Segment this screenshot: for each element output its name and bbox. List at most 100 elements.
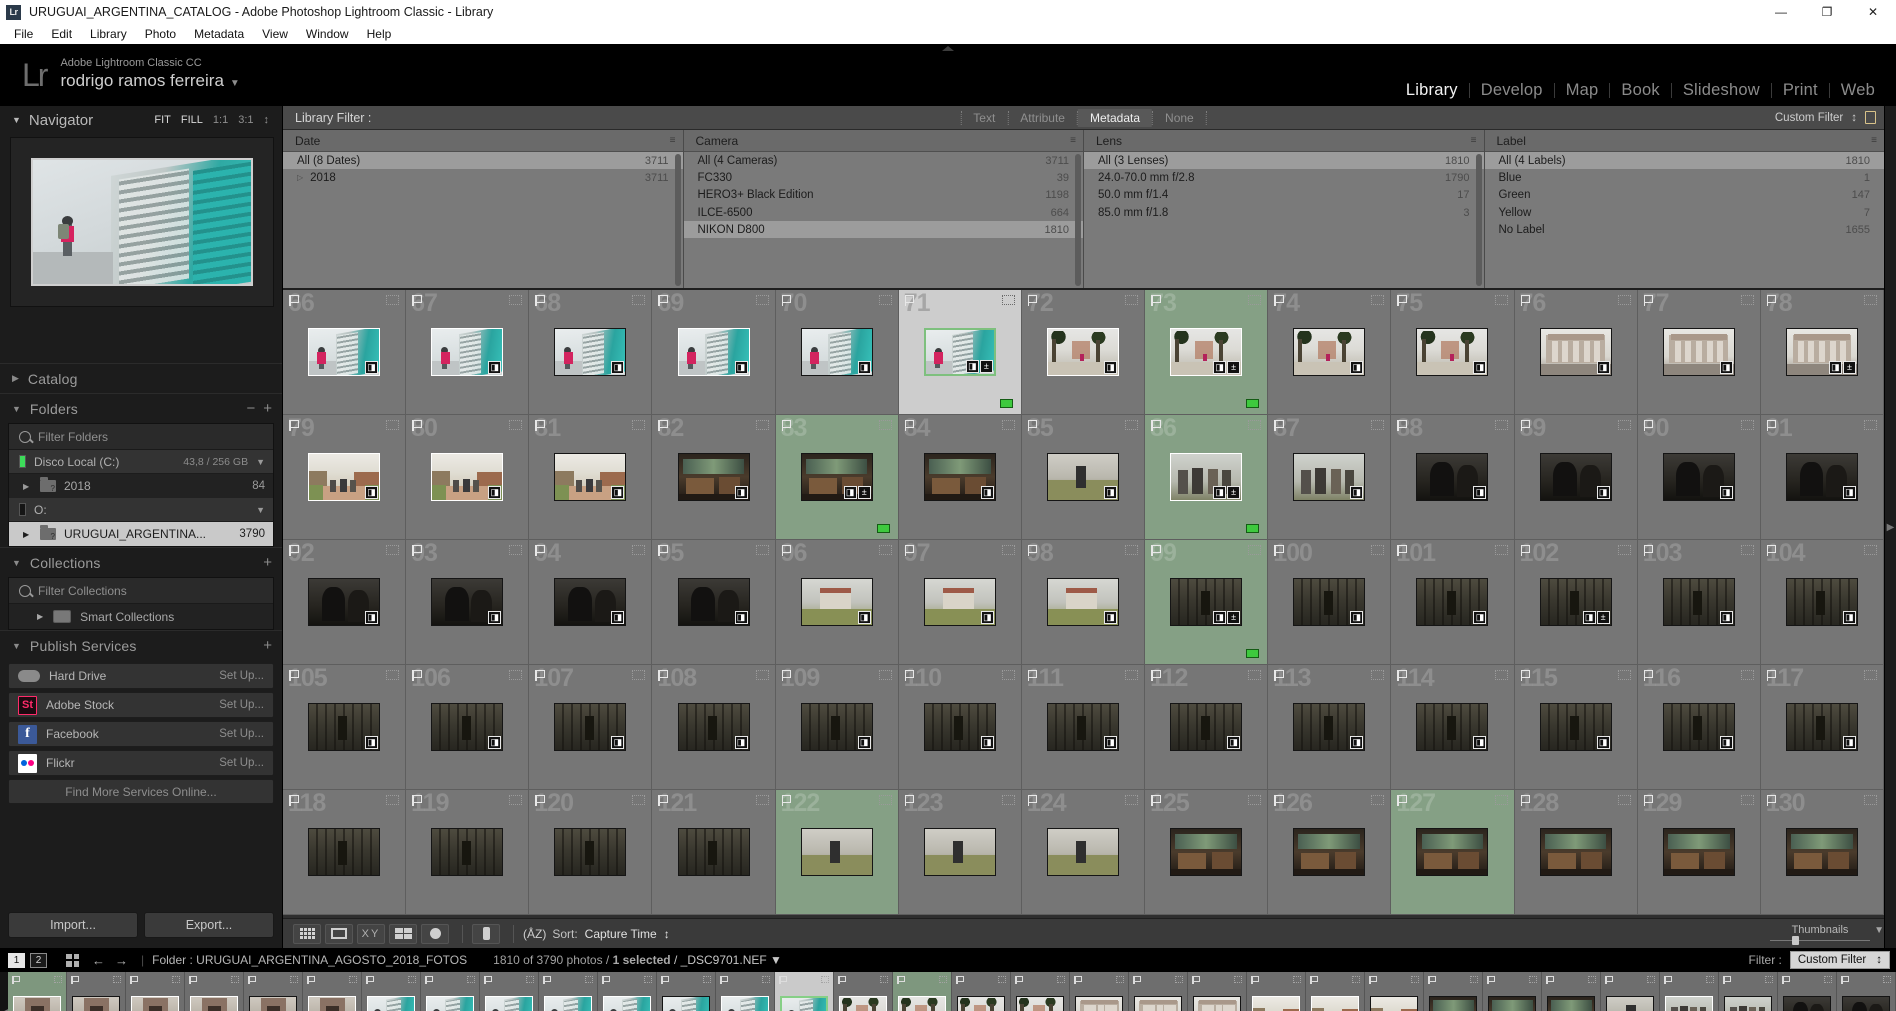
crop-badge-icon[interactable]: ◨ <box>1103 361 1117 374</box>
quick-collection-marker-icon[interactable] <box>1494 545 1508 555</box>
filmstrip-thumbnail[interactable]: ◨ <box>603 995 652 1011</box>
filmstrip-cell[interactable]: ◨ <box>1601 972 1661 1011</box>
metadata-row[interactable]: All (4 Cameras) 3711 <box>684 152 1084 169</box>
thumbnail-image[interactable]: ◨ <box>1416 578 1489 626</box>
adjustment-badge-icon[interactable]: ± <box>857 486 871 499</box>
flag-icon[interactable] <box>1643 670 1654 681</box>
flag-icon[interactable] <box>412 545 422 556</box>
navigator-zoom-1-1[interactable]: 1:1 <box>208 114 233 126</box>
crop-badge-icon[interactable]: ◨ <box>1828 361 1842 374</box>
grid-cell[interactable]: 85 ◨ <box>1021 414 1146 540</box>
column-options-icon[interactable]: ≡ <box>1871 135 1877 146</box>
filmstrip-cell[interactable]: ◨ <box>185 972 245 1011</box>
quick-collection-marker-icon[interactable] <box>1494 420 1508 430</box>
thumbnail-image[interactable]: ◨ ± <box>1170 578 1243 626</box>
metadata-scrollbar[interactable] <box>1075 154 1081 286</box>
thumbnail-image[interactable]: ◨ <box>308 453 381 501</box>
filmstrip-cell[interactable]: ◨ <box>1011 972 1071 1011</box>
quick-collection-marker-icon[interactable] <box>1617 670 1631 680</box>
flag-icon[interactable] <box>1782 976 1790 984</box>
folder-row-uruguai-argentina[interactable]: ▶ URUGUAI_ARGENTINA... 3790 <box>9 522 273 546</box>
right-panel-collapse-arrow[interactable]: ▶ <box>1884 106 1896 948</box>
color-label-chip[interactable] <box>876 524 890 533</box>
close-button[interactable]: ✕ <box>1850 0 1896 24</box>
grid-cell[interactable]: 67 ◨ <box>406 290 530 415</box>
quick-collection-marker-icon[interactable] <box>1864 670 1877 680</box>
thumbnail-image[interactable] <box>431 828 504 876</box>
people-view-icon[interactable] <box>421 923 449 944</box>
grid-cell[interactable]: 93 ◨ <box>406 539 530 665</box>
grid-cell[interactable]: 84 ◨ <box>898 414 1022 540</box>
minimize-button[interactable]: — <box>1758 0 1804 24</box>
quick-collection-marker-icon[interactable] <box>1234 976 1243 983</box>
grid-cell[interactable]: 103 ◨ <box>1637 539 1761 665</box>
flag-icon[interactable] <box>289 295 299 306</box>
quick-collection-marker-icon[interactable] <box>386 545 400 555</box>
quick-collection-marker-icon[interactable] <box>1371 420 1385 430</box>
flag-icon[interactable] <box>307 976 315 984</box>
flag-icon[interactable] <box>412 295 422 306</box>
page-button-1[interactable]: 1 <box>8 952 25 968</box>
filmstrip-cell[interactable]: ◨ <box>362 972 422 1011</box>
quick-collection-marker-icon[interactable] <box>1883 976 1892 983</box>
thumbnail-slider-knob[interactable] <box>1792 935 1799 945</box>
thumbnail-image[interactable]: ◨ <box>1416 453 1489 501</box>
grid-cell[interactable]: 121 <box>652 789 776 915</box>
grid-cell[interactable]: 114 ◨ <box>1391 664 1515 790</box>
flag-icon[interactable] <box>781 545 792 556</box>
thumbnail-image[interactable]: ◨ <box>677 453 750 501</box>
flag-icon[interactable] <box>412 420 422 431</box>
thumbnail-image[interactable] <box>1170 828 1243 876</box>
crop-badge-icon[interactable]: ◨ <box>611 486 625 499</box>
filmstrip-cell[interactable]: ◨± <box>775 972 835 1011</box>
filmstrip-thumbnail[interactable]: ◨± <box>780 995 829 1011</box>
quick-collection-marker-icon[interactable] <box>1248 795 1262 805</box>
grid-cell[interactable]: 118 <box>283 789 407 915</box>
filter-tab-attribute[interactable]: Attribute <box>1008 109 1077 127</box>
flag-icon[interactable] <box>1274 670 1284 681</box>
folder-disclosure-icon[interactable]: ▶ <box>23 530 31 539</box>
quick-collection-marker-icon[interactable] <box>1125 795 1139 805</box>
grid-cell[interactable]: 94 ◨ <box>529 539 653 665</box>
grid-cell[interactable]: 122 <box>775 789 899 915</box>
grid-cell[interactable]: 117 ◨ <box>1760 664 1884 790</box>
flag-icon[interactable] <box>658 545 668 556</box>
thumbnail-image[interactable]: ◨ <box>431 578 504 626</box>
grid-cell[interactable]: 97 ◨ <box>898 539 1022 665</box>
thumbnail-image[interactable]: ◨ <box>431 703 504 751</box>
flag-icon[interactable] <box>289 670 299 681</box>
filmstrip-thumbnail[interactable]: ◨ <box>131 995 180 1011</box>
filmstrip-thumbnail[interactable]: ◨ <box>1488 995 1537 1011</box>
crop-badge-icon[interactable]: ◨ <box>980 611 994 624</box>
quick-collection-marker-icon[interactable] <box>632 545 646 555</box>
metadata-scrollbar[interactable] <box>674 154 681 286</box>
navigator-zoom-3-1[interactable]: 3:1 <box>233 114 258 126</box>
metadata-row[interactable]: No Label 1655 <box>1485 221 1885 238</box>
filmstrip-thumbnail[interactable]: ◨ <box>1606 995 1655 1011</box>
quick-collection-marker-icon[interactable] <box>1248 545 1262 555</box>
crop-badge-icon[interactable]: ◨ <box>1103 736 1117 749</box>
custom-filter-label[interactable]: Custom Filter <box>1775 112 1843 124</box>
module-develop[interactable]: Develop <box>1470 81 1554 100</box>
quick-collection-marker-icon[interactable] <box>1371 795 1385 805</box>
filmstrip-cell[interactable]: ◨ <box>244 972 304 1011</box>
thumbnail-image[interactable] <box>308 828 381 876</box>
thumbnail-image[interactable]: ◨ <box>923 453 996 501</box>
thumbnail-image[interactable] <box>1662 828 1735 876</box>
quick-collection-marker-icon[interactable] <box>1470 976 1479 983</box>
quick-collection-marker-icon[interactable] <box>632 295 646 305</box>
flag-icon[interactable] <box>1015 976 1023 984</box>
crop-badge-icon[interactable]: ◨ <box>488 486 502 499</box>
crop-badge-icon[interactable]: ◨ <box>1473 611 1487 624</box>
flag-icon[interactable] <box>1766 420 1777 431</box>
quick-collection-marker-icon[interactable] <box>1864 295 1877 305</box>
sort-value[interactable]: Capture Time <box>585 927 657 941</box>
filmstrip-thumbnail[interactable]: ◨ <box>957 995 1006 1011</box>
thumbnail-image[interactable] <box>923 828 996 876</box>
flag-icon[interactable] <box>904 670 915 681</box>
flag-icon[interactable] <box>1841 976 1849 984</box>
quick-collection-marker-icon[interactable] <box>755 420 769 430</box>
grid-cell[interactable]: 104 ◨ <box>1760 539 1884 665</box>
quick-collection-marker-icon[interactable] <box>1740 420 1754 430</box>
grid-cell[interactable]: 88 ◨ <box>1391 414 1515 540</box>
